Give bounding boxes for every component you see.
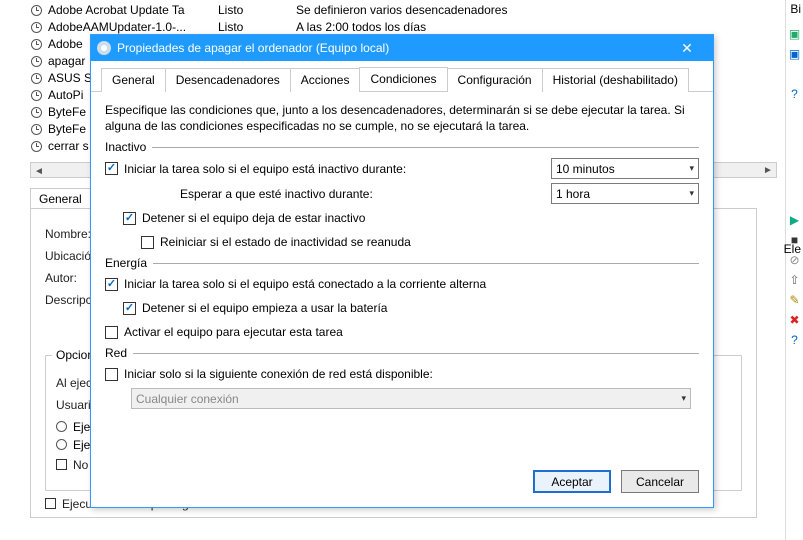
select-network-connection: Cualquier conexión ▾ (131, 388, 691, 409)
section-idle: Inactivo Iniciar la tarea solo si el equ… (105, 140, 699, 252)
clock-icon (28, 87, 44, 103)
run-icon[interactable]: ▶ (787, 212, 803, 228)
chevron-down-icon: ▾ (689, 188, 694, 199)
tab-triggers[interactable]: Desencadenadores (165, 68, 291, 92)
tab-general-bg[interactable]: General (30, 188, 91, 209)
scroll-left-icon[interactable]: ◄ (31, 165, 47, 179)
section-power: Energía Iniciar la tarea solo si el equi… (105, 256, 699, 342)
clock-icon (28, 138, 44, 154)
task-name: Adobe Acrobat Update Ta (48, 2, 218, 19)
section-idle-title: Inactivo (105, 140, 146, 154)
label-restart-if-idle: Reiniciar si el estado de inactividad se… (160, 235, 411, 249)
select-value: Cualquier conexión (136, 392, 681, 406)
clock-icon (28, 121, 44, 137)
section-power-title: Energía (105, 256, 147, 270)
label-start-on-ac: Iniciar la tarea solo si el equipo está … (124, 277, 486, 291)
clock-icon (28, 2, 44, 18)
chevron-down-icon: ▾ (689, 163, 694, 174)
clock-icon (28, 53, 44, 69)
checkbox-stop-on-battery[interactable] (123, 302, 136, 315)
tab-conditions[interactable]: Condiciones (359, 67, 447, 91)
divider (153, 263, 699, 264)
tab-history[interactable]: Historial (deshabilitado) (542, 68, 689, 92)
label-start-if-net: Iniciar solo si la siguiente conexión de… (124, 367, 433, 381)
intro-text: Especifique las condiciones que, junto a… (105, 102, 699, 134)
checkbox-restart-if-idle[interactable] (141, 236, 154, 249)
label-start-if-idle: Iniciar la tarea solo si el equipo está … (124, 162, 406, 176)
delete-icon[interactable]: ✖ (787, 312, 803, 328)
properties-icon[interactable]: ✎ (787, 292, 803, 308)
dialog-title: Propiedades de apagar el ordenador (Equi… (117, 41, 667, 55)
region-bi: Bi (790, 2, 801, 16)
dialog-buttons: Aceptar Cancelar (91, 460, 713, 507)
checkbox-start-if-idle[interactable] (105, 162, 118, 175)
checkbox-start-on-ac[interactable] (105, 278, 118, 291)
help-icon[interactable]: ? (787, 332, 803, 348)
task-trigger: Se definieron varios desencadenadores (296, 2, 803, 19)
actions-pane: Bi ▣ ▣ ? Ele ▶ ■ ⊘ ⇧ ✎ ✖ ? (785, 0, 803, 540)
clock-icon (28, 70, 44, 86)
label-wait-idle: Esperar a que esté inactivo durante: (180, 187, 373, 201)
ok-button[interactable]: Aceptar (533, 470, 611, 493)
export-icon[interactable]: ⇧ (787, 272, 803, 288)
divider (152, 147, 699, 148)
clock-icon (28, 36, 44, 52)
section-network: Red Iniciar solo si la siguiente conexió… (105, 346, 699, 409)
select-idle-duration[interactable]: 10 minutos ▾ (551, 158, 699, 179)
checkbox-stop-if-not-idle[interactable] (123, 212, 136, 225)
import-icon[interactable]: ▣ (787, 46, 803, 62)
tab-actions[interactable]: Acciones (290, 68, 361, 92)
clock-icon (28, 19, 44, 35)
clock-icon (28, 104, 44, 120)
task-status: Listo (218, 2, 296, 19)
divider (787, 66, 803, 82)
cancel-button[interactable]: Cancelar (621, 470, 699, 493)
dialog-tabbar: General Desencadenadores Acciones Condic… (91, 61, 713, 92)
tab-config[interactable]: Configuración (447, 68, 543, 92)
region-ele: Ele (784, 242, 801, 256)
select-value: 10 minutos (556, 162, 689, 176)
help-icon[interactable]: ? (787, 86, 803, 102)
dialog-content: Especifique las condiciones que, junto a… (91, 92, 713, 460)
scroll-right-icon[interactable]: ► (760, 163, 776, 177)
task-row[interactable]: Adobe Acrobat Update Ta Listo Se definie… (28, 2, 803, 19)
tab-general[interactable]: General (101, 68, 166, 92)
titlebar[interactable]: Propiedades de apagar el ordenador (Equi… (91, 35, 713, 61)
select-wait-idle[interactable]: 1 hora ▾ (551, 183, 699, 204)
select-value: 1 hora (556, 187, 689, 201)
folder-icon[interactable]: ▣ (787, 26, 803, 42)
chevron-down-icon: ▾ (681, 393, 686, 404)
checkbox-start-if-net[interactable] (105, 368, 118, 381)
checkbox-wake-to-run[interactable] (105, 326, 118, 339)
bg-tabbar: General (30, 188, 91, 209)
section-network-title: Red (105, 346, 127, 360)
properties-dialog: Propiedades de apagar el ordenador (Equi… (90, 34, 714, 508)
label-wake-to-run: Activar el equipo para ejecutar esta tar… (124, 325, 343, 339)
label-stop-if-not-idle: Detener si el equipo deja de estar inact… (142, 211, 365, 225)
divider (133, 353, 699, 354)
label-stop-on-battery: Detener si el equipo empieza a usar la b… (142, 301, 387, 315)
app-icon (97, 41, 111, 55)
close-button[interactable]: ✕ (667, 37, 707, 59)
